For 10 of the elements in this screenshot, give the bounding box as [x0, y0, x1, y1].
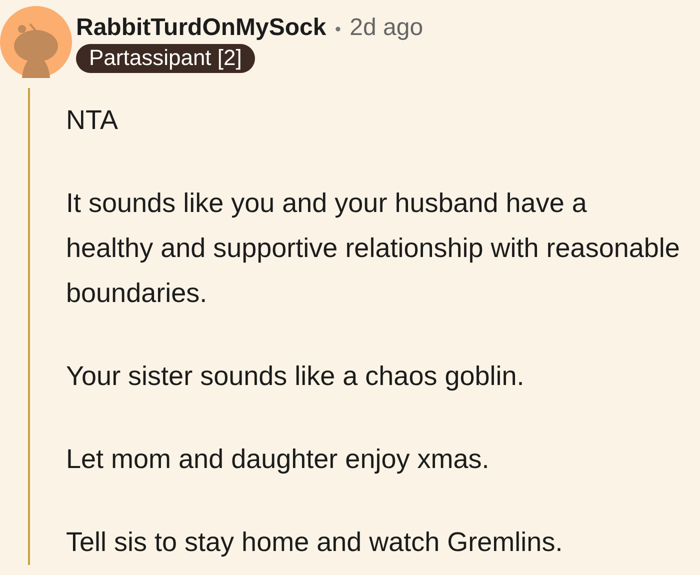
comment-paragraph: Let mom and daughter enjoy xmas.	[66, 443, 490, 476]
comment-paragraph: It sounds like you and your husband have a healthy and supportive relationship with reasonable boundaries.	[66, 187, 680, 310]
username[interactable]: RabbitTurdOnMySock	[76, 14, 326, 42]
user-flair: Partassipant [2]	[76, 44, 255, 73]
comment-paragraph: Tell sis to stay home and watch Gremlins.	[66, 526, 564, 559]
comment-paragraph: NTA	[66, 104, 119, 137]
timestamp: 2d ago	[350, 14, 424, 42]
separator-dot: •	[333, 20, 343, 39]
comment-paragraph: Your sister sounds like a chaos goblin.	[66, 360, 526, 393]
avatar-icon	[0, 6, 72, 78]
